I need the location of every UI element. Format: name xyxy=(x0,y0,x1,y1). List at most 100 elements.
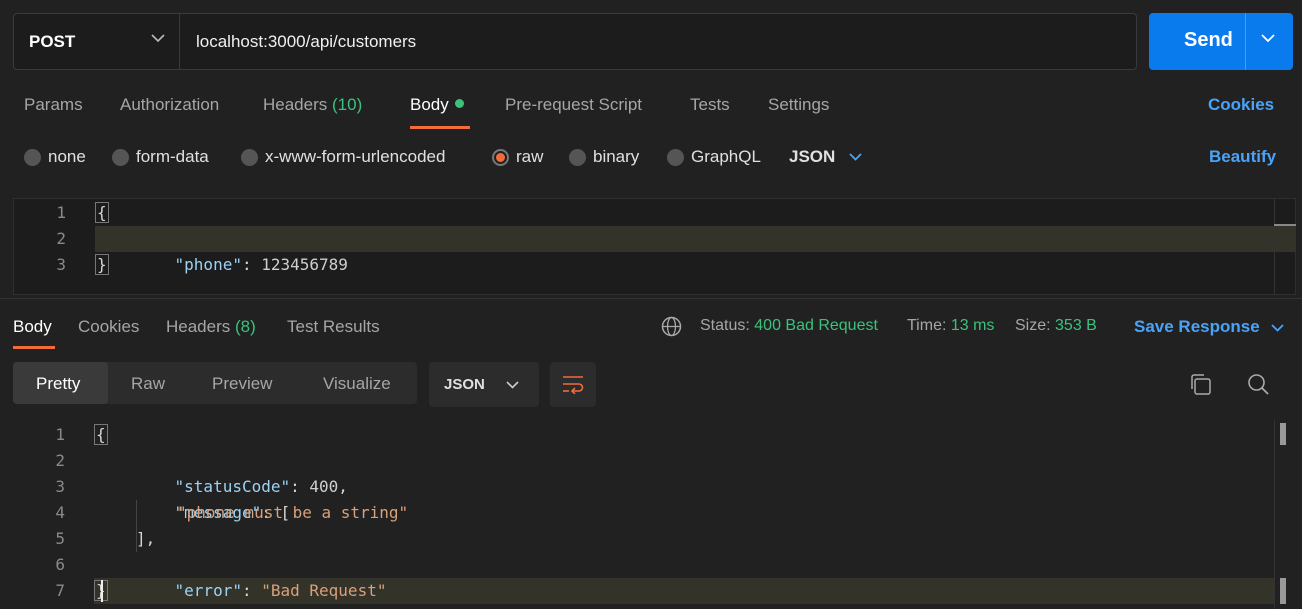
url-bar: POST localhost:3000/api/customers xyxy=(13,13,1137,70)
radio-form-data-label: form-data xyxy=(136,147,209,166)
method-select[interactable]: POST xyxy=(14,14,180,69)
json-colon: : xyxy=(241,581,262,600)
scrollbar-thumb[interactable] xyxy=(1280,423,1286,445)
radio-urlencoded[interactable]: x-www-form-urlencoded xyxy=(241,146,445,168)
chevron-down-icon xyxy=(1271,324,1285,332)
response-tab-headers-label: Headers xyxy=(166,317,231,336)
line-number: 6 xyxy=(55,555,65,574)
radio-circle xyxy=(569,148,586,166)
cookies-link[interactable]: Cookies xyxy=(1208,95,1274,115)
time-label: Time: xyxy=(907,317,947,334)
radio-none[interactable]: none xyxy=(24,146,86,168)
radio-circle xyxy=(24,148,41,166)
json-comma: , xyxy=(338,477,348,496)
modified-dot xyxy=(454,99,464,109)
line-number: 3 xyxy=(56,255,66,274)
size-value: 353 B xyxy=(1055,317,1097,334)
open-brace: { xyxy=(94,424,108,445)
method-label: POST xyxy=(29,31,76,51)
send-button[interactable]: Send xyxy=(1149,13,1293,70)
line-number: 1 xyxy=(56,203,66,222)
size-label: Size: xyxy=(1015,317,1051,334)
radio-urlencoded-label: x-www-form-urlencoded xyxy=(265,147,446,166)
response-headers-count: (8) xyxy=(235,317,256,336)
radio-raw[interactable]: raw xyxy=(492,146,543,168)
line-number: 4 xyxy=(55,503,65,522)
json-key: "phone" xyxy=(174,255,242,274)
line-number: 3 xyxy=(55,477,65,496)
json-colon: : xyxy=(290,477,310,496)
json-string-value: "phone must be a string" xyxy=(177,503,409,522)
line-number: 2 xyxy=(55,451,65,470)
response-tab-test-results[interactable]: Test Results xyxy=(287,317,380,337)
text-cursor xyxy=(101,580,103,602)
radio-circle-selected xyxy=(492,148,509,166)
view-mode-selector: Pretty Raw Preview Visualize xyxy=(13,362,417,404)
time-info[interactable]: Time: 13 ms xyxy=(907,317,994,335)
status-value: 400 Bad Request xyxy=(754,317,878,334)
response-tab-body[interactable]: Body xyxy=(13,317,52,337)
wrap-lines-button[interactable] xyxy=(550,362,596,407)
scrollbar-track xyxy=(1274,420,1275,609)
response-format-select[interactable]: JSON xyxy=(429,362,539,407)
radio-graphql-label: GraphQL xyxy=(691,147,761,166)
radio-binary[interactable]: binary xyxy=(569,146,639,168)
json-colon: : xyxy=(241,255,262,274)
body-format-label: JSON xyxy=(789,147,836,166)
wrap-lines-icon xyxy=(563,376,584,394)
beautify-link[interactable]: Beautify xyxy=(1209,147,1276,167)
tab-tests[interactable]: Tests xyxy=(690,95,730,129)
json-value: 123456789 xyxy=(261,255,348,274)
tab-body[interactable]: Body xyxy=(410,95,464,129)
tab-prerequest-script[interactable]: Pre-request Script xyxy=(505,95,642,129)
chevron-down-icon xyxy=(849,153,862,161)
editor-scrollbar-track xyxy=(1274,199,1275,294)
tab-authorization[interactable]: Authorization xyxy=(120,95,219,129)
save-response-label: Save Response xyxy=(1134,317,1260,336)
status-info[interactable]: Status: 400 Bad Request xyxy=(700,317,878,335)
search-icon[interactable] xyxy=(1247,373,1270,396)
chevron-down-icon xyxy=(506,381,519,389)
line-number: 7 xyxy=(55,581,65,600)
radio-circle xyxy=(112,148,129,166)
globe-icon[interactable] xyxy=(661,316,682,337)
tab-body-label: Body xyxy=(410,95,449,114)
request-body-editor[interactable]: 1 2 3 { "phone": 123456789 } xyxy=(13,198,1296,295)
url-input[interactable]: localhost:3000/api/customers xyxy=(196,14,416,69)
radio-raw-label: raw xyxy=(516,147,544,166)
radio-form-data[interactable]: form-data xyxy=(112,146,209,168)
radio-graphql[interactable]: GraphQL xyxy=(667,146,761,168)
tab-headers[interactable]: Headers (10) xyxy=(263,95,362,129)
response-tab-cookies[interactable]: Cookies xyxy=(78,317,139,337)
tab-headers-label: Headers xyxy=(263,95,328,114)
response-tab-headers[interactable]: Headers (8) xyxy=(166,317,256,337)
send-label: Send xyxy=(1184,29,1233,51)
body-format-select[interactable]: JSON xyxy=(789,146,862,168)
json-close-bracket: ], xyxy=(136,529,156,548)
headers-count: (10) xyxy=(332,95,363,114)
tab-body-underline xyxy=(410,126,470,129)
radio-circle xyxy=(667,148,684,166)
save-response-button[interactable]: Save Response xyxy=(1134,317,1285,337)
chevron-down-icon[interactable] xyxy=(1261,34,1275,43)
json-key: "error" xyxy=(174,581,242,600)
response-body-viewer[interactable]: 1 2 3 4 5 6 7 { "statusCode": 400, "mess… xyxy=(0,420,1302,609)
time-value: 13 ms xyxy=(950,317,995,334)
size-info[interactable]: Size: 353 B xyxy=(1015,317,1097,335)
view-mode-raw[interactable]: Raw xyxy=(131,374,165,394)
status-label: Status: xyxy=(700,317,750,334)
radio-none-label: none xyxy=(48,147,86,166)
send-divider xyxy=(1245,13,1246,70)
editor-scroll-marker xyxy=(1274,224,1296,226)
view-mode-pretty[interactable]: Pretty xyxy=(36,374,80,394)
response-format-label: JSON xyxy=(444,376,485,393)
view-mode-preview[interactable]: Preview xyxy=(212,374,272,394)
tab-settings[interactable]: Settings xyxy=(768,95,829,129)
chevron-down-icon xyxy=(151,34,165,43)
open-brace: { xyxy=(95,202,109,223)
pane-divider[interactable] xyxy=(0,298,1302,299)
view-mode-visualize[interactable]: Visualize xyxy=(323,374,391,394)
copy-icon[interactable] xyxy=(1189,373,1212,396)
close-brace: } xyxy=(95,254,109,275)
tab-params[interactable]: Params xyxy=(24,95,83,129)
